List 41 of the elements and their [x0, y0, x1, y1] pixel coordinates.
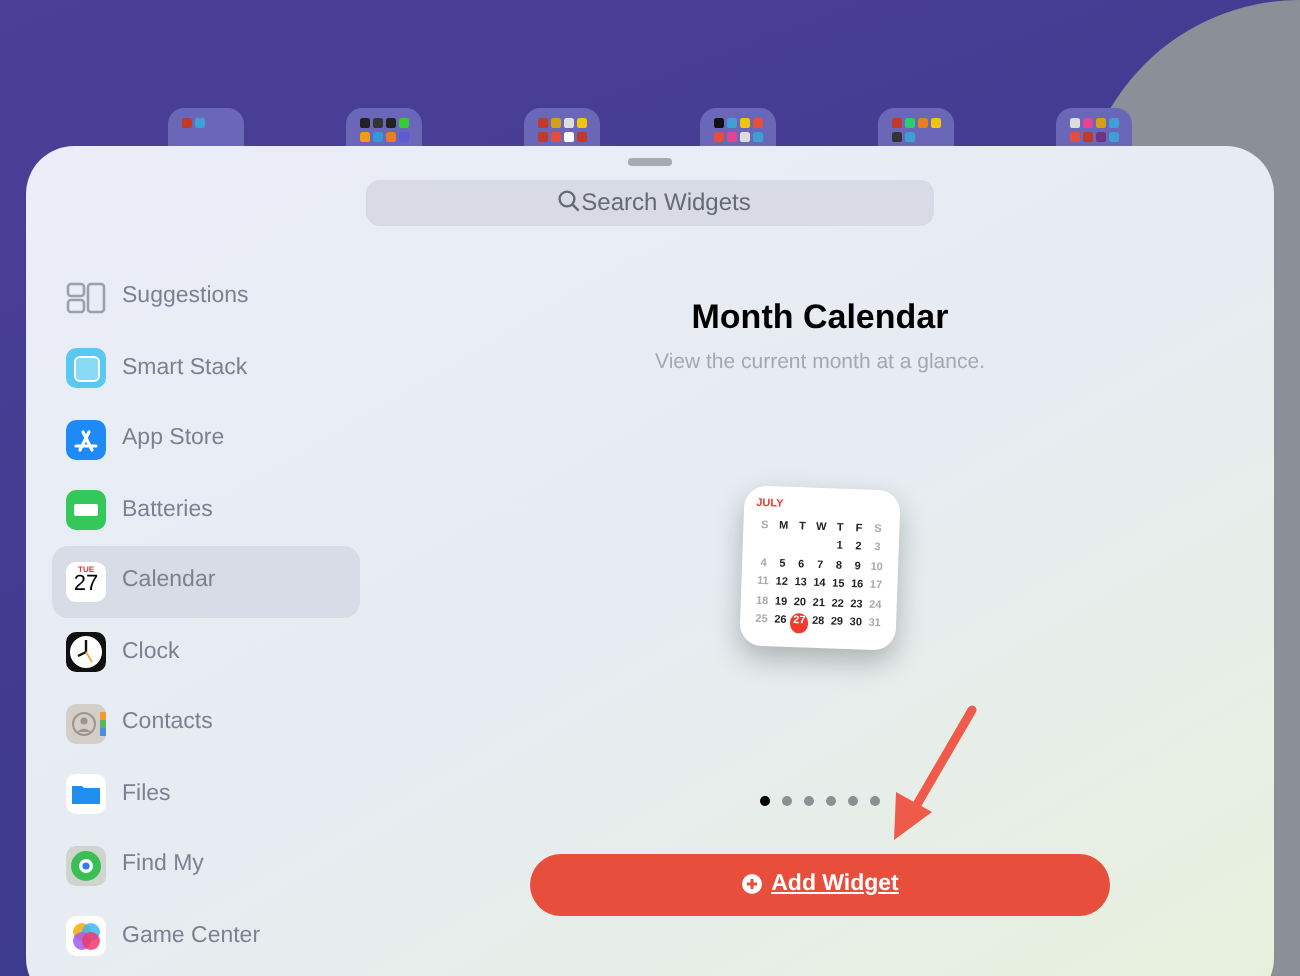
- app-folder-icon[interactable]: [168, 108, 244, 148]
- add-widget-button[interactable]: Add Widget: [530, 853, 1110, 916]
- sidebar-label: Calendar: [122, 566, 216, 597]
- sidebar-item[interactable]: App Store: [52, 404, 360, 475]
- stack-icon: [66, 348, 106, 389]
- sidebar-label: Contacts: [122, 708, 213, 739]
- plus-icon: [741, 874, 762, 895]
- sidebar-label: Suggestions: [122, 282, 249, 313]
- sidebar-item[interactable]: Contacts: [52, 688, 360, 759]
- sidebar-item[interactable]: Game Center: [52, 901, 360, 972]
- app-folder-icon[interactable]: [1055, 108, 1132, 148]
- search-icon: [558, 190, 580, 212]
- sidebar-label: Game Center: [122, 921, 261, 952]
- app-folder-icon[interactable]: [878, 108, 955, 148]
- sidebar-label: App Store: [122, 424, 225, 455]
- sidebar-label: Clock: [122, 637, 180, 668]
- suggestions-icon: [66, 281, 106, 314]
- battery-icon: [66, 490, 106, 531]
- sidebar-item[interactable]: Suggestions: [52, 262, 360, 333]
- widget-title: Month Calendar: [691, 300, 949, 334]
- contacts-icon: [66, 703, 106, 744]
- clock-icon: [66, 632, 106, 673]
- sidebar-item[interactable]: Smart Stack: [52, 333, 360, 404]
- find-my-icon: [66, 845, 106, 886]
- widget-subtitle: View the current month at a glance.: [655, 348, 985, 378]
- sidebar-item[interactable]: Find My: [52, 830, 360, 901]
- sidebar-label: Find My: [122, 850, 204, 881]
- folder-icon: [66, 774, 106, 815]
- app-folder-icon[interactable]: [700, 108, 777, 148]
- app-store-icon: [66, 419, 106, 460]
- sidebar-label: Files: [122, 779, 171, 810]
- sidebar-item[interactable]: Batteries: [52, 475, 360, 546]
- sidebar-item[interactable]: Files: [52, 759, 360, 830]
- sidebar-label: Smart Stack: [122, 353, 248, 384]
- app-folder-icon[interactable]: [345, 108, 422, 148]
- game-center-icon: [66, 916, 106, 957]
- app-folder-icon[interactable]: [523, 108, 600, 148]
- sheet-handle[interactable]: [628, 158, 672, 166]
- sidebar-item[interactable]: Clock: [52, 617, 360, 688]
- sidebar-label: Batteries: [122, 495, 213, 526]
- search-field[interactable]: Search Widgets: [366, 179, 934, 225]
